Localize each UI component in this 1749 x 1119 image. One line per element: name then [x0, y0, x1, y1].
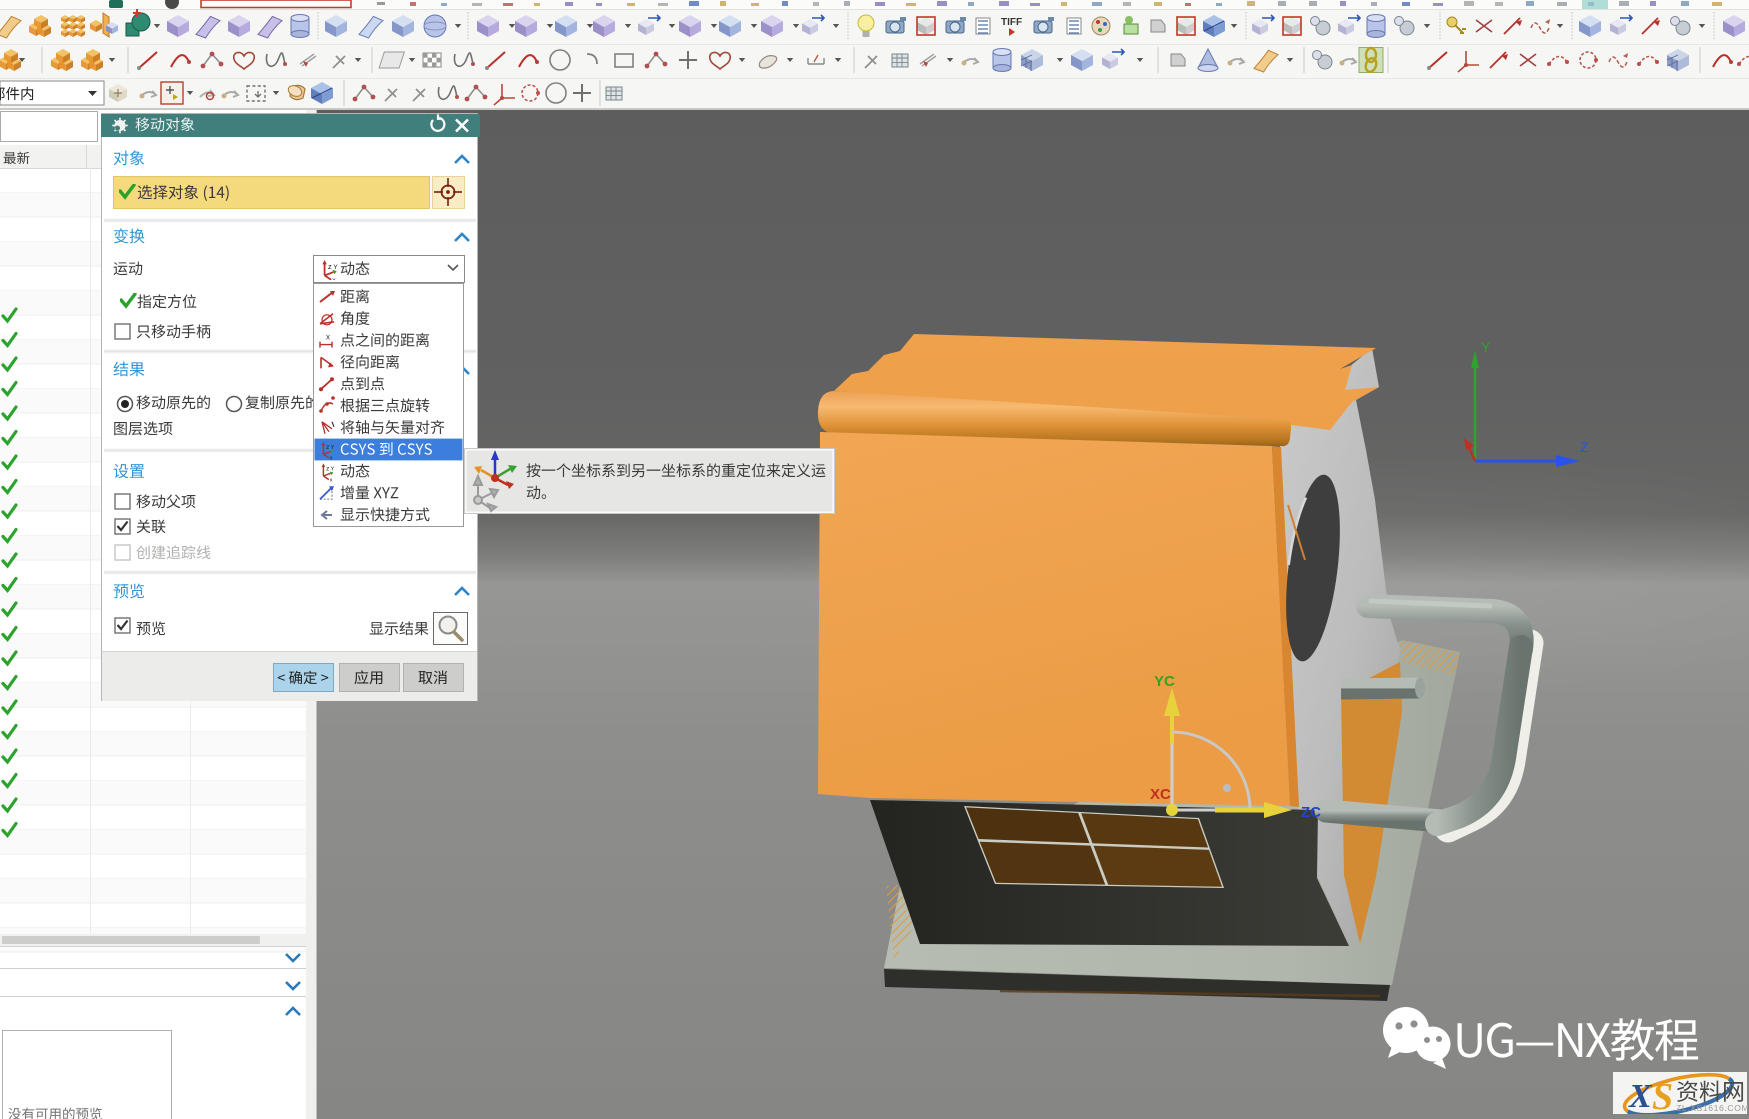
svg-text:z: z	[326, 444, 329, 451]
svg-text:x: x	[330, 456, 333, 462]
svg-text:Y: Y	[331, 467, 335, 473]
svg-text:x: x	[330, 477, 333, 483]
svg-text:x: x	[326, 333, 330, 342]
svg-text:z: z	[326, 466, 329, 473]
svg-text:Y: Y	[331, 445, 335, 451]
